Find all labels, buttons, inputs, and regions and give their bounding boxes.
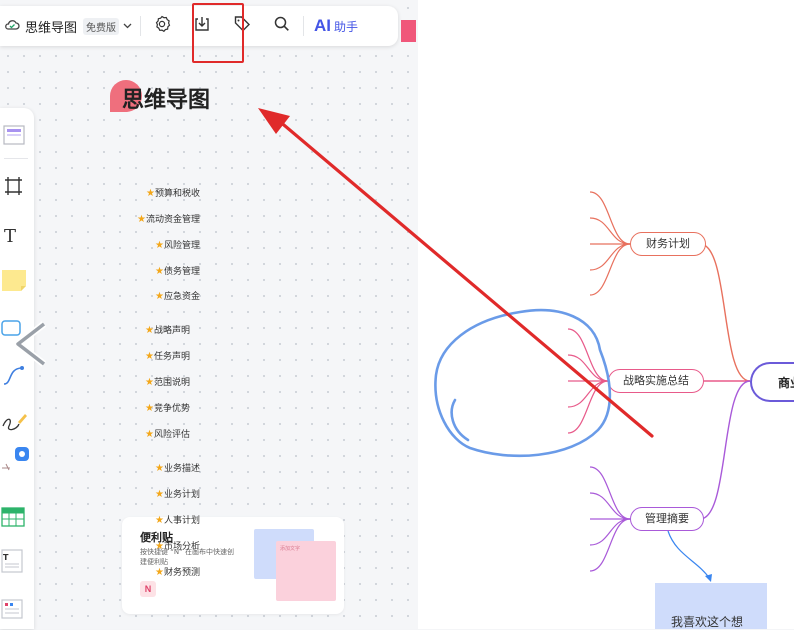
frame-icon	[0, 177, 30, 205]
leaf-node[interactable]: ★战略声明	[145, 323, 190, 336]
leaf-node[interactable]: ★应急资金	[155, 289, 200, 302]
svg-text:T: T	[3, 553, 9, 562]
chevron-down-icon[interactable]	[123, 21, 132, 32]
branch-node[interactable]: 战略实施总结	[608, 369, 704, 393]
ai-label: AI	[314, 16, 332, 35]
leaf-node[interactable]: ★业务计划	[155, 487, 200, 500]
frame-tool[interactable]	[0, 171, 30, 201]
shortcut-key-badge: N	[140, 581, 156, 597]
branch-node[interactable]: 财务计划	[630, 232, 706, 256]
more-tools[interactable]	[0, 594, 30, 624]
leaf-node[interactable]: ★竞争优势	[145, 401, 190, 414]
leaf-node[interactable]: ★业务描述	[155, 461, 200, 474]
pen-icon	[0, 414, 30, 440]
collapse-palette-button[interactable]	[12, 320, 48, 372]
leaf-node[interactable]: ★财务预测	[155, 565, 200, 578]
download-highlight-box	[192, 3, 244, 63]
branch-node[interactable]: 管理摘要	[630, 507, 704, 531]
sticky-note-icon	[0, 270, 30, 299]
mindmap-icon	[0, 447, 30, 478]
canvas-heading-text: 思维导图	[122, 88, 211, 113]
ai-assistant-button[interactable]: AI 助手	[314, 16, 358, 36]
ai-suffix: 助手	[334, 20, 359, 34]
table-tool[interactable]	[0, 503, 30, 533]
pink-edge-marker	[401, 20, 416, 42]
gear-icon	[153, 15, 171, 37]
toolbar-divider-2	[303, 16, 305, 36]
search-icon	[273, 15, 291, 37]
sticky-note-text: 我喜欢这个想	[671, 615, 744, 629]
text-icon: T	[0, 226, 30, 254]
star-icon: ★	[145, 403, 154, 414]
document-title[interactable]: 思维导图	[25, 17, 77, 36]
canvas-heading[interactable]: 思维导图	[110, 80, 210, 113]
star-icon: ★	[155, 463, 164, 474]
document-menu[interactable]: 思维导图 免费版	[4, 17, 132, 36]
toolbar-divider	[140, 16, 142, 36]
star-icon: ★	[155, 240, 164, 251]
document-icon: T	[0, 549, 30, 580]
root-node-label: 商业	[778, 376, 794, 390]
search-button[interactable]	[269, 13, 295, 39]
mindmap-tool[interactable]	[0, 444, 30, 474]
table-icon	[0, 507, 30, 537]
leaf-node[interactable]: ★人事计划	[155, 513, 200, 526]
star-icon: ★	[155, 567, 164, 578]
cloud-icon	[4, 17, 20, 36]
svg-text:T: T	[4, 226, 16, 247]
widgets-icon	[0, 599, 30, 628]
template-icon	[0, 125, 30, 154]
sticky-note-tool[interactable]	[0, 265, 30, 295]
root-node[interactable]: 商业	[750, 362, 794, 402]
star-icon: ★	[155, 489, 164, 500]
leaf-node[interactable]: ★预算和税收	[146, 186, 200, 199]
plan-badge: 免费版	[83, 17, 120, 35]
preview-note-text: 添加文字	[280, 546, 301, 552]
palette-divider	[4, 158, 28, 159]
leaf-node[interactable]: ★任务声明	[145, 349, 190, 362]
leaf-node[interactable]: ★风险管理	[155, 238, 200, 251]
leaf-node[interactable]: ★风险评估	[145, 427, 190, 440]
sticky-note[interactable]: 我喜欢这个想	[655, 583, 767, 629]
chevron-left-icon	[12, 321, 48, 372]
star-icon: ★	[145, 377, 154, 388]
star-icon: ★	[155, 291, 164, 302]
preview-note-pink: 添加文字	[276, 541, 336, 601]
star-icon: ★	[145, 325, 154, 336]
leaf-node[interactable]: ★债务管理	[155, 264, 200, 277]
connector-icon	[0, 366, 30, 394]
pen-tool[interactable]	[0, 406, 30, 436]
star-icon: ★	[155, 541, 164, 552]
star-icon: ★	[145, 351, 154, 362]
template-tool[interactable]	[0, 120, 30, 150]
document-tool[interactable]: T	[0, 546, 30, 576]
leaf-node[interactable]: ★范围说明	[145, 375, 190, 388]
star-icon: ★	[145, 429, 154, 440]
star-icon: ★	[137, 214, 146, 225]
star-icon: ★	[155, 266, 164, 277]
star-icon: ★	[155, 515, 164, 526]
text-tool[interactable]: T	[0, 220, 30, 250]
settings-button[interactable]	[149, 13, 175, 39]
mindmap-connectors	[567, 191, 751, 582]
leaf-node[interactable]: ★流动资金管理	[137, 212, 200, 225]
star-icon: ★	[146, 188, 155, 199]
leaf-node[interactable]: ★市场分析	[155, 539, 200, 552]
